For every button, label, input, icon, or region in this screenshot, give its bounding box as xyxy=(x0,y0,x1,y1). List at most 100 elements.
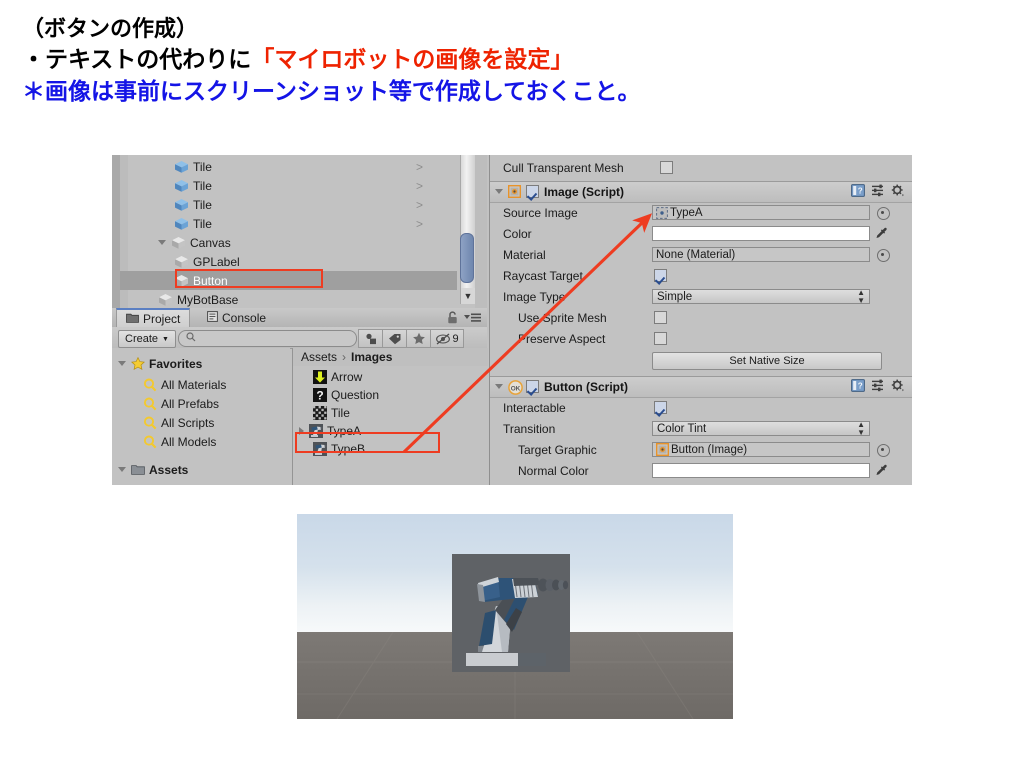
asset-item-typeb[interactable]: TypeB xyxy=(293,440,365,458)
slide-bullet-text: ・テキストの代わりに xyxy=(22,46,252,73)
hidden-count-icon[interactable]: 9 xyxy=(430,329,464,348)
arrow-sprite-icon xyxy=(313,370,327,384)
project-tree-item-label: Assets xyxy=(149,462,189,477)
color-field[interactable] xyxy=(652,226,870,241)
filter-by-type-icon[interactable] xyxy=(358,329,383,348)
asset-item-tile[interactable]: Tile xyxy=(293,404,350,422)
component-header-button[interactable]: OK Button (Script)? xyxy=(490,376,912,398)
inspector-panel: Cull Transparent Mesh Image (Script)? Sou… xyxy=(489,155,912,485)
hierarchy-item-mybotbase[interactable]: MyBotBase xyxy=(128,290,457,309)
asset-item-typea[interactable]: TypeA xyxy=(293,422,361,440)
normal-color-field[interactable] xyxy=(652,463,870,478)
material-object-picker-icon[interactable] xyxy=(877,249,890,262)
project-tree-item-all-prefabs[interactable]: All Prefabs xyxy=(112,394,219,413)
asset-item-question[interactable]: ? Question xyxy=(293,386,379,404)
use-sprite-mesh-checkbox[interactable] xyxy=(654,311,667,324)
image-type-dropdown[interactable]: Simple ▲ ▼ xyxy=(652,287,870,305)
breadcrumb-separator-icon: › xyxy=(342,350,347,364)
disclosure-triangle-icon[interactable] xyxy=(299,427,304,435)
svg-text:OK: OK xyxy=(511,385,521,392)
hierarchy-item-label: Canvas xyxy=(190,235,231,250)
ui-button-with-robot-sprite[interactable] xyxy=(452,554,570,672)
hierarchy-item-label: MyBotBase xyxy=(177,292,239,307)
material-field[interactable]: None (Material) xyxy=(652,247,870,262)
set-native-size-button[interactable]: Set Native Size xyxy=(652,352,882,370)
asset-item-label: Question xyxy=(331,388,380,402)
source-image-object-picker-icon[interactable] xyxy=(877,207,890,220)
inspector-row-label: Interactable xyxy=(503,400,566,415)
chevron-right-icon[interactable]: > xyxy=(416,198,423,212)
transition-dropdown[interactable]: Color Tint ▲ ▼ xyxy=(652,420,870,436)
asset-item-label: Tile xyxy=(331,406,350,420)
cube-blue-icon xyxy=(174,160,189,174)
hierarchy-item-gplabel[interactable]: GPLabel xyxy=(128,252,457,271)
image-script-icon xyxy=(656,443,669,456)
tab-console-label: Console xyxy=(222,310,267,325)
tab-console[interactable]: Console xyxy=(198,308,275,327)
help-icon[interactable]: ? xyxy=(851,379,865,392)
tab-project-label: Project xyxy=(143,311,181,326)
disclosure-triangle-icon[interactable] xyxy=(495,384,503,389)
preset-icon[interactable] xyxy=(871,379,885,392)
cull-transparent-mesh-checkbox[interactable] xyxy=(660,161,673,174)
target-graphic-object-picker-icon[interactable] xyxy=(877,444,890,457)
inspector-row-target-graphic: Target Graphic Button (Image) xyxy=(490,439,912,460)
hierarchy-scroll-down-icon[interactable]: ▼ xyxy=(460,288,475,304)
project-tree-item-assets[interactable]: Assets xyxy=(112,460,188,479)
filter-by-label-icon[interactable] xyxy=(382,329,407,348)
hierarchy-scrollbar-thumb[interactable] xyxy=(460,233,474,283)
preserve-aspect-checkbox[interactable] xyxy=(654,332,667,345)
chevron-right-icon[interactable]: > xyxy=(416,160,423,174)
project-tree-item-all-materials[interactable]: All Materials xyxy=(112,375,226,394)
help-icon[interactable]: ? xyxy=(851,184,865,197)
component-enabled-checkbox[interactable] xyxy=(526,380,539,393)
hierarchy-item-button[interactable]: Button xyxy=(120,271,457,290)
lock-icon[interactable] xyxy=(447,311,458,327)
raycast-target-checkbox[interactable] xyxy=(654,269,667,282)
component-enabled-checkbox[interactable] xyxy=(526,185,539,198)
svg-text:?: ? xyxy=(858,187,863,196)
button-script-icon: OK xyxy=(508,380,523,398)
gear-icon[interactable] xyxy=(891,379,905,392)
component-header-image[interactable]: Image (Script)? xyxy=(490,181,912,203)
project-tree-item-favorites[interactable]: Favorites xyxy=(112,354,202,373)
color-eyedropper-icon[interactable] xyxy=(875,227,888,240)
hierarchy-item-tile[interactable]: Tile > xyxy=(128,157,457,176)
slide-title-line: （ボタンの作成） xyxy=(22,16,199,41)
panel-menu-icon[interactable] xyxy=(463,312,482,326)
project-tree-item-all-models[interactable]: All Models xyxy=(112,432,216,451)
disclosure-triangle-icon[interactable] xyxy=(118,361,126,366)
disclosure-triangle-icon[interactable] xyxy=(158,240,166,245)
unity-editor-screenshot: Tile > Tile > Tile > Tile > Canvas GPLabel Button M… xyxy=(112,155,912,485)
hierarchy-item-label: GPLabel xyxy=(193,254,240,269)
project-tree-item-all-scripts[interactable]: All Scripts xyxy=(112,413,214,432)
game-view-screenshot xyxy=(297,514,733,719)
interactable-checkbox[interactable] xyxy=(654,401,667,414)
hierarchy-gutter xyxy=(112,155,120,308)
breadcrumb-root[interactable]: Assets xyxy=(301,350,337,364)
create-button[interactable]: Create ▼ xyxy=(118,330,176,348)
hierarchy-item-tile[interactable]: Tile > xyxy=(128,176,457,195)
disclosure-triangle-icon[interactable] xyxy=(495,189,503,194)
create-button-label: Create xyxy=(125,333,159,345)
hierarchy-item-tile[interactable]: Tile > xyxy=(128,214,457,233)
updown-arrows-icon: ▲ ▼ xyxy=(857,287,865,305)
source-image-field[interactable]: TypeA xyxy=(652,205,870,220)
robot-sprite-icon xyxy=(309,424,323,438)
disclosure-triangle-icon[interactable] xyxy=(118,467,126,472)
asset-item-arrow[interactable]: Arrow xyxy=(293,368,362,386)
favorite-star-icon[interactable] xyxy=(406,329,431,348)
chevron-right-icon[interactable]: > xyxy=(416,179,423,193)
chevron-right-icon[interactable]: > xyxy=(416,217,423,231)
hierarchy-item-tile[interactable]: Tile > xyxy=(128,195,457,214)
material-value: None (Material) xyxy=(656,248,736,261)
search-input[interactable] xyxy=(178,330,357,347)
preset-icon[interactable] xyxy=(871,184,885,197)
hierarchy-item-canvas[interactable]: Canvas xyxy=(128,233,457,252)
inspector-row-set-native-size: Set Native Size xyxy=(490,349,912,370)
left-column: Tile > Tile > Tile > Tile > Canvas GPLabel Button M… xyxy=(112,155,488,485)
normal-color-eyedropper-icon[interactable] xyxy=(875,464,888,477)
tab-project[interactable]: Project xyxy=(116,308,191,327)
gear-icon[interactable] xyxy=(891,184,905,197)
target-graphic-field[interactable]: Button (Image) xyxy=(652,442,870,457)
